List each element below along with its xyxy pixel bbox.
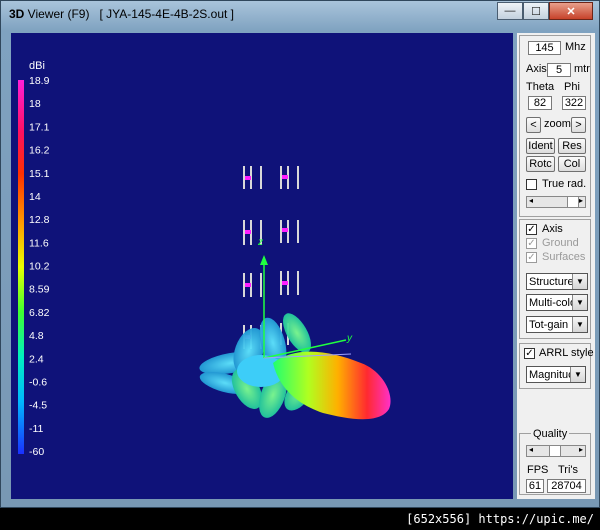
scale-tick-label: 4.8 xyxy=(29,330,44,342)
feed-points xyxy=(245,175,288,339)
axis-size-unit: mtr xyxy=(574,63,590,75)
slider-left-arrow-icon[interactable]: ◂ xyxy=(529,445,533,454)
colour-mode-dropdown[interactable]: Multi-colo ▼ xyxy=(526,294,588,311)
close-button[interactable]: ✕ xyxy=(549,2,593,20)
scale-tick-label: 16.2 xyxy=(29,145,50,157)
surfaces-label: Surfaces xyxy=(542,251,586,263)
slider-right-arrow-icon[interactable]: ▸ xyxy=(579,196,583,205)
true-rad-label: True rad. xyxy=(542,178,587,190)
control-panel: 145 Mhz Axis 5 mtr Theta Phi 82 322 < zo… xyxy=(517,33,595,499)
frequency-unit: Mhz xyxy=(565,41,586,53)
fps-value: 61 xyxy=(526,479,544,493)
frequency-input[interactable]: 145 xyxy=(528,41,561,55)
y-axis-label: y xyxy=(346,333,353,344)
minimize-icon: — xyxy=(504,5,516,17)
slider-left-arrow-icon[interactable]: ◂ xyxy=(529,196,533,205)
scale-tick-label: 12.8 xyxy=(29,214,50,226)
close-icon: ✕ xyxy=(566,5,576,18)
scale-tick-label: 6.82 xyxy=(29,307,50,319)
scale-tick-label: -11 xyxy=(29,423,44,435)
true-rad-slider[interactable]: ◂ ▸ xyxy=(526,196,586,208)
ground-checkbox: ✓ xyxy=(526,238,537,249)
scale-tick-label: 14 xyxy=(29,191,41,203)
scale-tick-label: -4.5 xyxy=(29,400,47,412)
axis-size-label: Axis xyxy=(526,63,547,75)
scale-tick-label: 2.4 xyxy=(29,353,44,365)
magnitude-value: Magnituc xyxy=(529,368,574,381)
theta-label: Theta xyxy=(526,81,555,93)
dropdown-arrow-icon[interactable]: ▼ xyxy=(572,295,587,310)
radiation-pattern-render: dBi 18.9 18 17.1 16.2 15.1 14 12.8 11.6 10.2 8.59… xyxy=(18,60,391,458)
scale-tick-label: 18 xyxy=(29,98,41,110)
phi-label: Phi xyxy=(564,81,580,93)
ident-button[interactable]: Ident xyxy=(526,138,555,154)
scale-tick-labels: 18.9 18 17.1 16.2 15.1 14 12.8 11.6 10.2 8.59 6.82… xyxy=(29,75,50,458)
window-title: 3D Viewer (F9) [ JYA-145-4E-4B-2S.out ] xyxy=(9,7,234,21)
scale-tick-label: 8.59 xyxy=(29,284,50,296)
z-axis-label: z xyxy=(257,237,263,248)
zoom-label: zoom xyxy=(544,118,571,130)
col-button[interactable]: Col xyxy=(558,156,586,172)
rotc-button[interactable]: Rotc xyxy=(526,156,555,172)
scale-tick-label: -60 xyxy=(29,446,44,458)
scale-tick-label: 15.1 xyxy=(29,168,50,180)
true-rad-checkbox[interactable] xyxy=(526,179,537,190)
maximize-icon: ☐ xyxy=(531,5,541,18)
fps-label: FPS xyxy=(527,464,549,476)
magnitude-dropdown[interactable]: Magnituc ▼ xyxy=(526,366,586,383)
zoom-out-button[interactable]: < xyxy=(526,117,541,133)
minimize-button[interactable]: — xyxy=(497,2,523,20)
surfaces-checkbox: ✓ xyxy=(526,252,537,263)
dropdown-arrow-icon[interactable]: ▼ xyxy=(572,317,587,332)
scale-tick-label: 11.6 xyxy=(29,237,49,249)
arrl-style-label: ARRL style xyxy=(539,347,594,359)
scale-unit: dBi xyxy=(29,60,45,72)
axis-checkbox[interactable]: ✓ xyxy=(526,224,537,235)
image-host-caption: [652x556] https://upic.me/ xyxy=(406,512,594,526)
quality-slider[interactable]: ◂ ▸ xyxy=(526,445,586,457)
slider-thumb[interactable] xyxy=(549,445,561,457)
maximize-button[interactable]: ☐ xyxy=(523,2,549,20)
3d-viewport[interactable]: dBi 18.9 18 17.1 16.2 15.1 14 12.8 11.6 10.2 8.59… xyxy=(11,33,513,499)
title-main: Viewer (F9) xyxy=(24,7,90,21)
structure-value: Structure xyxy=(529,275,574,288)
res-button[interactable]: Res xyxy=(558,138,586,154)
dropdown-arrow-icon[interactable]: ▼ xyxy=(572,274,587,289)
scale-tick-label: 18.9 xyxy=(29,75,50,87)
zoom-in-button[interactable]: > xyxy=(571,117,586,133)
gain-type-dropdown[interactable]: Tot-gain ▼ xyxy=(526,316,588,333)
dropdown-arrow-icon[interactable]: ▼ xyxy=(570,367,585,382)
title-bar[interactable]: 3D Viewer (F9) [ JYA-145-4E-4B-2S.out ] … xyxy=(1,1,599,29)
slider-right-arrow-icon[interactable]: ▸ xyxy=(579,445,583,454)
title-prefix: 3D xyxy=(9,7,25,21)
gain-type-value: Tot-gain xyxy=(529,318,569,331)
quality-label: Quality xyxy=(531,428,570,440)
axis-size-input[interactable]: 5 xyxy=(547,63,571,77)
title-file: [ JYA-145-4E-4B-2S.out ] xyxy=(89,7,234,21)
scale-tick-label: 17.1 xyxy=(29,121,50,133)
theta-input[interactable]: 82 xyxy=(528,96,552,110)
tris-value: 28704 xyxy=(547,479,586,493)
tris-label: Tri's xyxy=(558,464,579,476)
axis-check-label: Axis xyxy=(542,223,563,235)
scale-tick-label: 10.2 xyxy=(29,261,50,273)
structure-dropdown[interactable]: Structure ▼ xyxy=(526,273,588,290)
arrl-style-checkbox[interactable]: ✓ xyxy=(524,348,535,359)
image-host-footer: [652x556] https://upic.me/ xyxy=(0,508,600,530)
viewer-window: 3D Viewer (F9) [ JYA-145-4E-4B-2S.out ] … xyxy=(0,0,600,508)
ground-label: Ground xyxy=(542,237,579,249)
scale-tick-label: -0.6 xyxy=(29,376,47,388)
phi-input[interactable]: 322 xyxy=(562,96,586,110)
slider-thumb[interactable] xyxy=(567,196,579,208)
colour-mode-value: Multi-colo xyxy=(529,296,577,309)
color-scale-bar xyxy=(18,80,24,454)
